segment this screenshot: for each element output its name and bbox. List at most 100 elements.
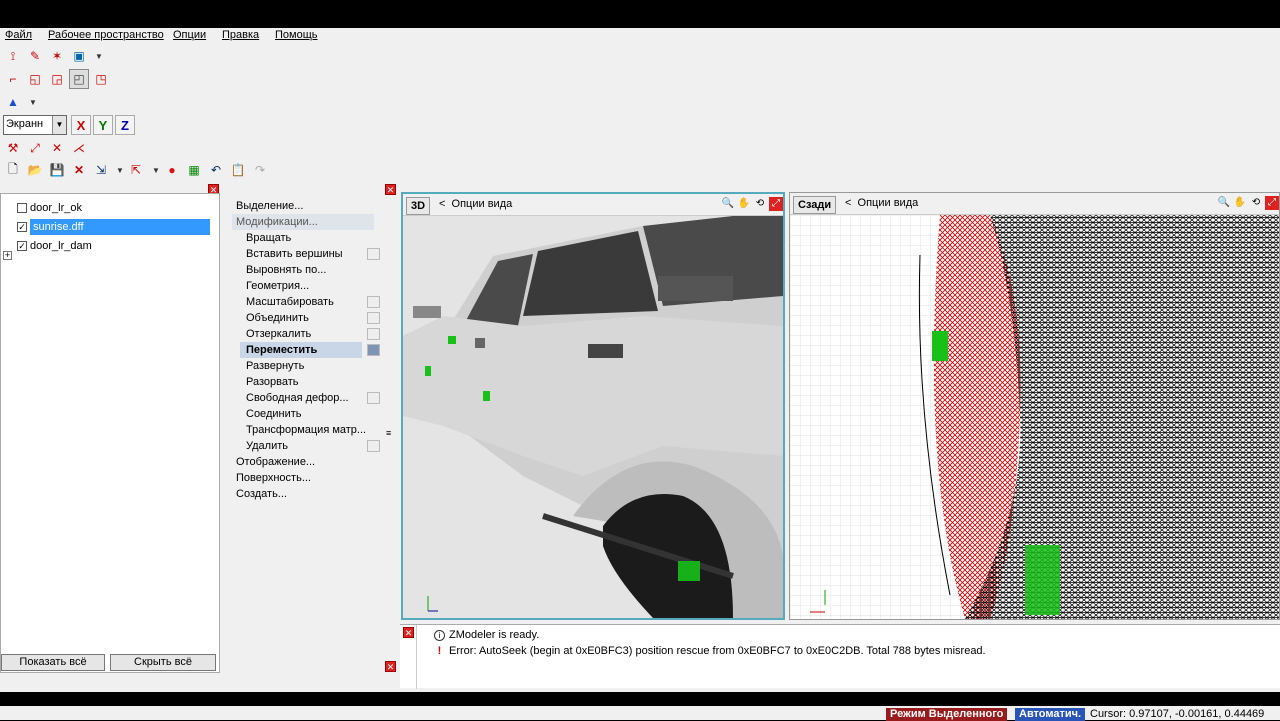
tree-item-door-lr-dam[interactable]: ✓ door_lr_dam (17, 238, 92, 254)
show-all-button[interactable]: Показать всё (1, 654, 105, 671)
cmd-free-deform[interactable]: Свободная дефор... (246, 390, 366, 406)
status-auto-badge[interactable]: Автоматич. (1015, 708, 1086, 721)
record-icon[interactable]: ● (162, 160, 182, 180)
cmd-option-box[interactable] (367, 296, 380, 308)
chevron-down-icon[interactable]: ▼ (52, 116, 66, 134)
new-file-icon[interactable]: 🗋 (3, 160, 23, 180)
export-icon[interactable]: ⇱ (126, 160, 146, 180)
viewport-back[interactable]: Сзади < Опции вида 🔍 ✋ ⟲ ⤢ (789, 192, 1280, 620)
cmd-scale[interactable]: Масштабировать (246, 294, 366, 310)
commands-close-icon[interactable]: ✕ (385, 184, 396, 195)
toolbar-file: 🗋 📂 💾 ✕ ⇲ ▼ ⇱ ▼ ● ▦ ↶ 📋 ↷ (0, 160, 280, 182)
render-icon[interactable]: ▦ (184, 160, 204, 180)
cmd-option-box[interactable] (367, 312, 380, 324)
tree-item-label: door_lr_ok (30, 202, 82, 214)
snap-icon[interactable]: ⋌ (69, 138, 89, 158)
normals-icon[interactable]: ▲ (3, 92, 23, 112)
cmd-geometry[interactable]: Геометрия... (246, 278, 366, 294)
tree-expand-icon[interactable]: + (3, 251, 12, 260)
cmd-unfold[interactable]: Развернуть (246, 358, 366, 374)
visibility-checkbox[interactable]: ✓ (17, 241, 27, 251)
menu-help[interactable]: Помощь (275, 29, 318, 41)
pan-hand-icon[interactable]: ✋ (1233, 196, 1247, 210)
open-folder-icon[interactable]: 📂 (25, 160, 45, 180)
cmd-selection[interactable]: Выделение... (236, 198, 303, 214)
select-edge-icon[interactable]: ✎ (25, 46, 45, 66)
redo-icon[interactable]: ↷ (250, 160, 270, 180)
cmd-break[interactable]: Разорвать (246, 374, 366, 390)
view-options-menu[interactable]: < Опции вида (439, 198, 512, 210)
axis-gizmo-icon[interactable]: ✕ (47, 138, 67, 158)
cmd-delete[interactable]: Удалить (246, 438, 366, 454)
viewport-type-button[interactable]: 3D (406, 197, 431, 215)
chevron-down-icon[interactable]: ▼ (95, 52, 103, 61)
chevron-down-icon[interactable]: ▼ (29, 98, 37, 107)
visibility-checkbox[interactable] (17, 203, 27, 213)
viewport-icons: 🔍 ✋ ⟲ ⤢ (721, 197, 783, 211)
rotate-view-icon[interactable]: ⟲ (753, 197, 767, 211)
cmd-align[interactable]: Выровнять по... (246, 262, 366, 278)
cmd-modifications[interactable]: Модификации... (232, 214, 374, 230)
cmd-option-box[interactable] (367, 248, 380, 260)
viewport-type-button[interactable]: Сзади (793, 196, 837, 214)
edge-level-icon[interactable]: ◱ (25, 69, 45, 89)
coord-mode-select[interactable]: Экранн ▼ (3, 115, 67, 135)
menu-edit[interactable]: Правка (222, 29, 259, 41)
object-level-icon[interactable]: ◰ (69, 69, 89, 89)
paint-icon[interactable]: ⚒ (3, 138, 23, 158)
zoom-icon[interactable]: 🔍 (1217, 196, 1231, 210)
panel-scroll-handle[interactable]: ≡ (386, 428, 391, 438)
pivot-icon[interactable]: ⤢ (25, 138, 45, 158)
tree-item-label: door_lr_dam (30, 240, 92, 252)
maximize-icon[interactable]: ⤢ (769, 197, 783, 211)
menu-workspace[interactable]: Рабочее пространство (48, 29, 164, 41)
import-icon[interactable]: ⇲ (91, 160, 111, 180)
vertex-level-icon[interactable]: ⌐ (3, 69, 23, 89)
toolbar-level: ⌐ ◱ ◲ ◰ ◳ (0, 69, 115, 91)
visibility-checkbox[interactable]: ✓ (17, 222, 27, 232)
cmd-option-box[interactable] (367, 328, 380, 340)
menu-options[interactable]: Опции (173, 29, 206, 41)
log-text: ZModeler is ready. (449, 629, 540, 641)
cmd-create[interactable]: Создать... (236, 486, 287, 502)
rotate-view-icon[interactable]: ⟲ (1249, 196, 1263, 210)
cmd-connect[interactable]: Соединить (246, 406, 366, 422)
zoom-icon[interactable]: 🔍 (721, 197, 735, 211)
pan-hand-icon[interactable]: ✋ (737, 197, 751, 211)
tree-item-sunrise-dff[interactable]: ✓ sunrise.dff (17, 219, 210, 235)
axis-x-toggle[interactable]: X (71, 115, 91, 135)
axis-y-toggle[interactable]: Y (93, 115, 113, 135)
hide-all-button[interactable]: Скрыть всё (110, 654, 216, 671)
cmd-surface[interactable]: Поверхность... (236, 470, 311, 486)
save-icon[interactable]: 💾 (47, 160, 67, 180)
chevron-down-icon[interactable]: ▼ (152, 166, 160, 175)
close-icon[interactable]: ✕ (69, 160, 89, 180)
cmd-insert-vertices[interactable]: Вставить вершины (246, 246, 366, 262)
select-vertex-icon[interactable]: ⟟ (3, 46, 23, 66)
tree-item-door-lr-ok[interactable]: door_lr_ok (17, 200, 82, 216)
cmd-merge[interactable]: Объединить (246, 310, 366, 326)
cmd-matrix-transform[interactable]: Трансформация матр... (246, 422, 376, 438)
walk-icon[interactable]: ✶ (47, 46, 67, 66)
clipboard-icon[interactable]: 📋 (228, 160, 248, 180)
axis-z-toggle[interactable]: Z (115, 115, 135, 135)
chevron-down-icon[interactable]: ▼ (116, 166, 124, 175)
view-options-menu[interactable]: < Опции вида (845, 197, 918, 209)
cmd-option-box[interactable] (367, 344, 380, 356)
log-close-icon[interactable]: ✕ (403, 627, 414, 638)
undo-icon[interactable]: ↶ (206, 160, 226, 180)
cmd-rotate[interactable]: Вращать (246, 230, 366, 246)
status-mode-badge[interactable]: Режим Выделенного (886, 708, 1008, 721)
face-level-icon[interactable]: ◲ (47, 69, 67, 89)
cmd-option-box[interactable] (367, 392, 380, 404)
cmd-display[interactable]: Отображение... (236, 454, 315, 470)
maximize-icon[interactable]: ⤢ (1265, 196, 1279, 210)
viewport-3d[interactable]: 3D < Опции вида 🔍 ✋ ⟲ ⤢ (401, 192, 785, 620)
group-level-icon[interactable]: ◳ (91, 69, 111, 89)
cmd-option-box[interactable] (367, 440, 380, 452)
select-object-icon[interactable]: ▣ (69, 46, 89, 66)
cmd-move[interactable]: Переместить (240, 342, 362, 358)
panel-close-icon[interactable]: ✕ (385, 661, 396, 672)
cmd-mirror[interactable]: Отзеркалить (246, 326, 366, 342)
menu-file[interactable]: Файл (5, 29, 32, 41)
